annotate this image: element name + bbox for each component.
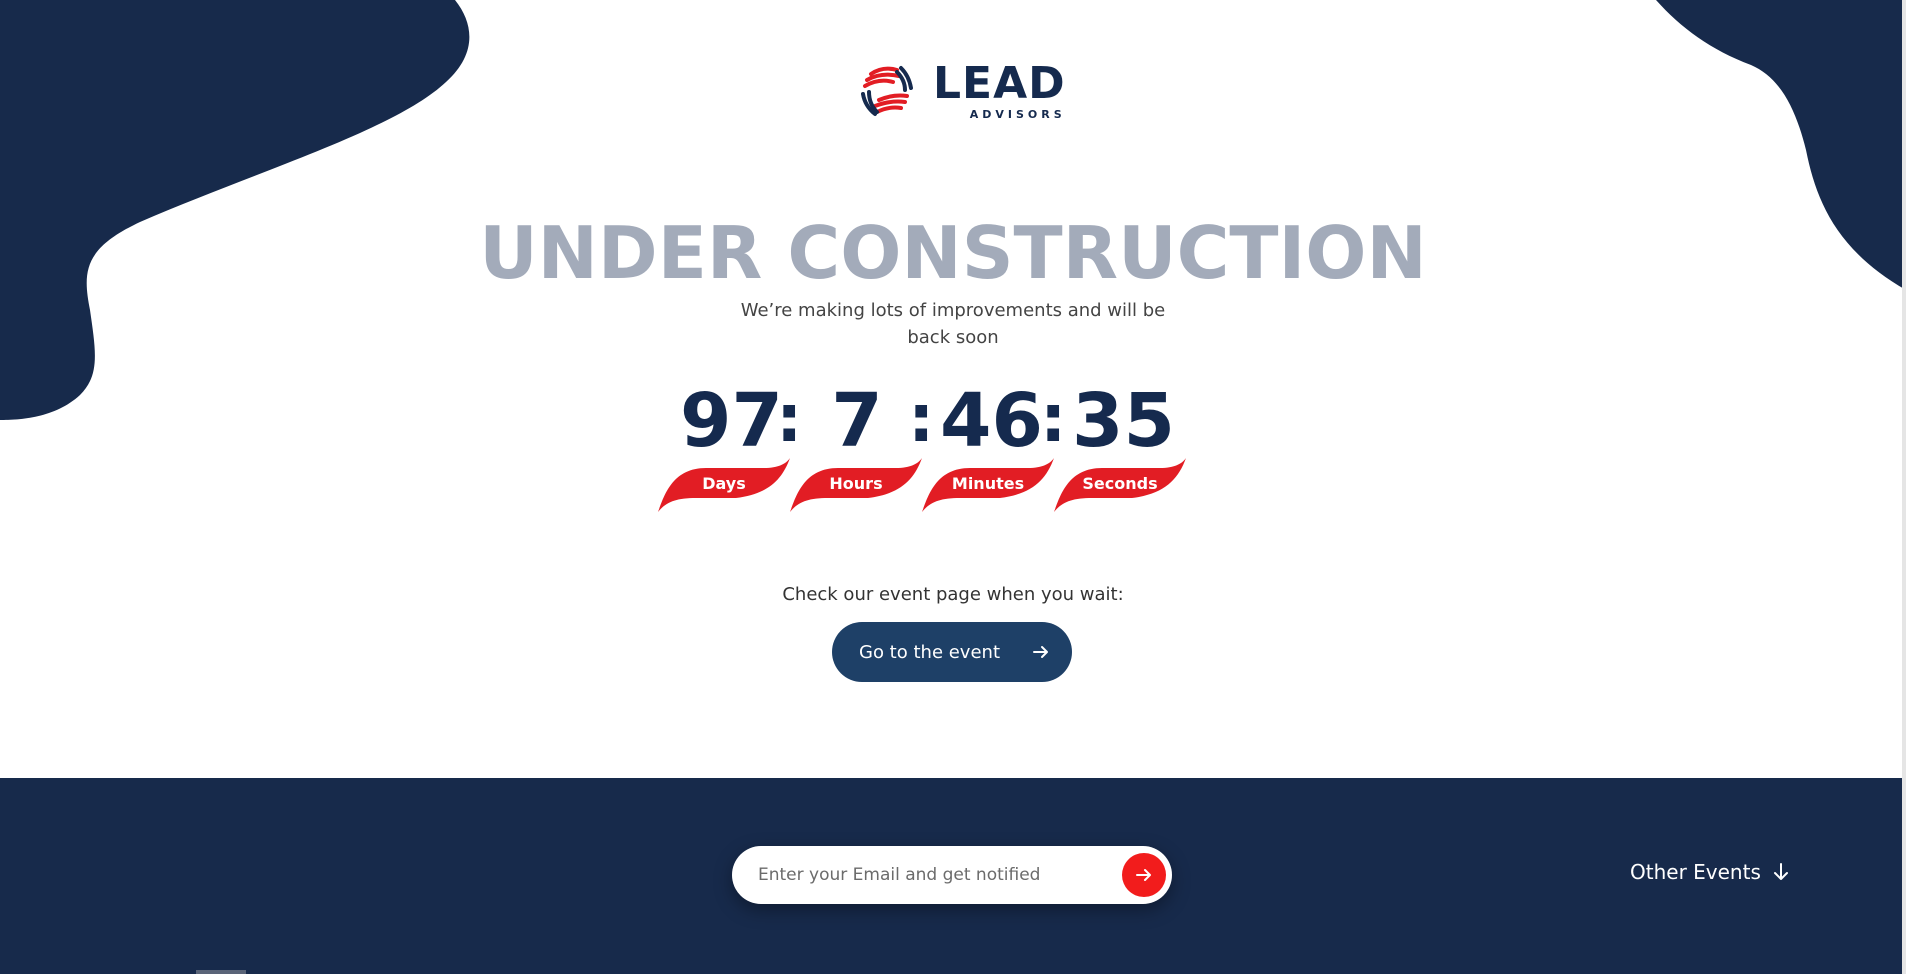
countdown-seconds-label: Seconds xyxy=(1082,474,1158,493)
page-subtitle: We’re making lots of improvements and wi… xyxy=(740,300,1166,348)
countdown-separator: : xyxy=(1040,380,1067,457)
arrow-down-icon xyxy=(1773,863,1788,880)
countdown-hours-ribbon: Hours xyxy=(790,456,922,512)
countdown-days-ribbon: Days xyxy=(658,456,790,512)
countdown-minutes-ribbon: Minutes xyxy=(922,456,1054,512)
logo-tagline: ADVISORS xyxy=(969,107,1066,121)
go-to-event-label: Go to the event xyxy=(859,641,1001,663)
countdown-hours-label: Hours xyxy=(829,474,883,493)
countdown-separator: : xyxy=(908,380,935,457)
countdown-days-label: Days xyxy=(702,474,746,493)
bottom-scroll-indicator xyxy=(196,970,246,974)
logo[interactable]: LEAD ADVISORS xyxy=(853,58,1066,124)
countdown-minutes-value: 46 xyxy=(940,378,1043,464)
scrollbar[interactable] xyxy=(1902,0,1906,974)
email-field[interactable] xyxy=(758,846,1108,904)
countdown-hours-value: 7 xyxy=(831,378,883,464)
countdown-minutes-label: Minutes xyxy=(951,474,1025,493)
event-prompt: Check our event page when you wait: xyxy=(782,584,1124,605)
lead-advisors-logo-icon xyxy=(856,61,916,121)
arrow-right-icon xyxy=(1033,646,1048,658)
arrow-right-icon xyxy=(1136,869,1151,881)
countdown-seconds-value: 35 xyxy=(1072,378,1175,464)
go-to-event-button[interactable]: Go to the event xyxy=(832,622,1072,682)
footer: Other Events xyxy=(0,778,1906,974)
other-events-label: Other Events xyxy=(1630,860,1761,884)
email-submit-button[interactable] xyxy=(1122,853,1166,897)
email-subscribe-form xyxy=(732,846,1172,904)
logo-wordmark: LEAD xyxy=(933,57,1066,109)
countdown-days-value: 97 xyxy=(680,378,783,464)
other-events-link[interactable]: Other Events xyxy=(1630,860,1789,884)
countdown-seconds-ribbon: Seconds xyxy=(1054,456,1186,512)
countdown-separator: : xyxy=(776,380,803,457)
page-title: UNDER CONSTRUCTION xyxy=(479,211,1427,295)
